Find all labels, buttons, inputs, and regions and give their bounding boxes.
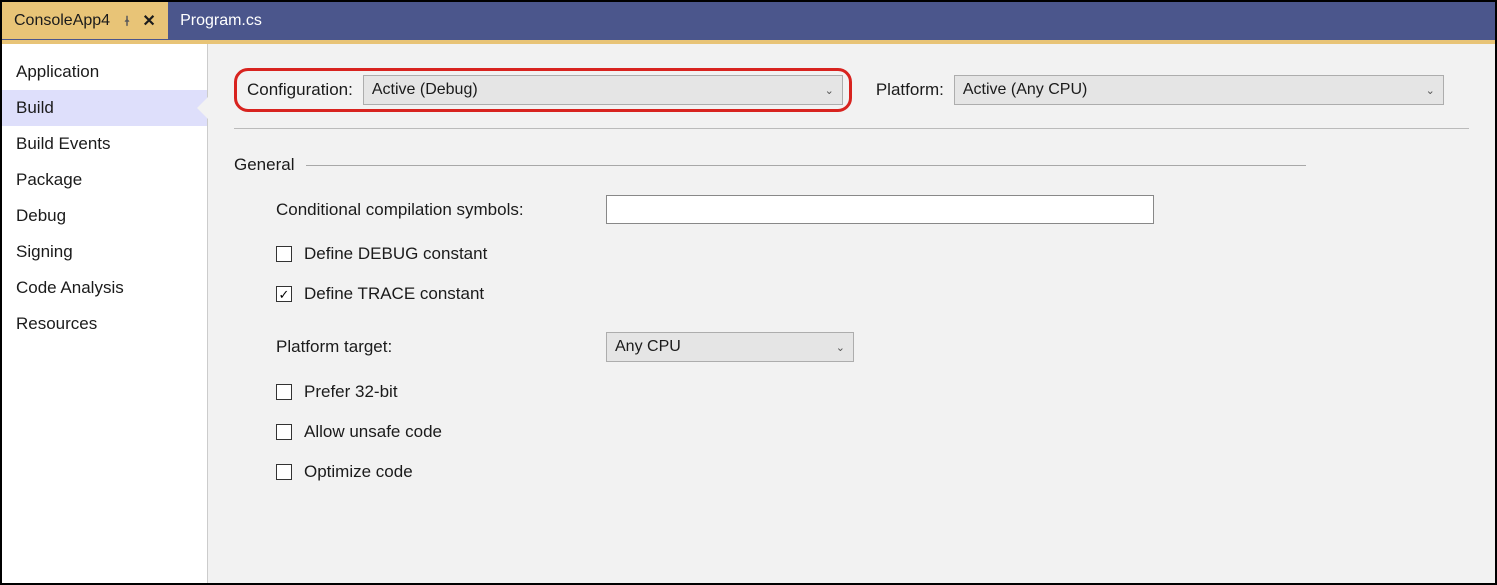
checkbox-icon[interactable]: [276, 424, 292, 440]
sidebar-item-code-analysis[interactable]: Code Analysis: [2, 270, 207, 306]
sidebar-item-debug[interactable]: Debug: [2, 198, 207, 234]
project-properties-window: ConsoleApp4 ✕ Program.cs Application Bui…: [0, 0, 1497, 585]
checkbox-label: Prefer 32-bit: [304, 382, 398, 402]
sidebar-item-label: Resources: [16, 314, 97, 333]
sidebar-item-label: Build Events: [16, 134, 111, 153]
chevron-down-icon: ⌄: [836, 341, 845, 354]
row-prefer-32bit[interactable]: Prefer 32-bit: [276, 382, 1469, 402]
tab-program-cs[interactable]: Program.cs: [168, 2, 274, 39]
checkbox-label: Optimize code: [304, 462, 413, 482]
checkbox-label: Define TRACE constant: [304, 284, 484, 304]
config-platform-row: Configuration: Active (Debug) ⌄ Platform…: [234, 68, 1469, 112]
checkbox-label: Allow unsafe code: [304, 422, 442, 442]
sidebar-item-label: Code Analysis: [16, 278, 124, 297]
checkbox-icon[interactable]: [276, 384, 292, 400]
sidebar-item-application[interactable]: Application: [2, 54, 207, 90]
sidebar-item-package[interactable]: Package: [2, 162, 207, 198]
dropdown-value: Any CPU: [615, 338, 681, 356]
checkbox-icon[interactable]: [276, 246, 292, 262]
sidebar-item-resources[interactable]: Resources: [2, 306, 207, 342]
sidebar-item-build-events[interactable]: Build Events: [2, 126, 207, 162]
checkbox-icon[interactable]: [276, 286, 292, 302]
platform-dropdown[interactable]: Active (Any CPU) ⌄: [954, 75, 1444, 105]
configuration-highlight: Configuration: Active (Debug) ⌄: [234, 68, 852, 112]
sidebar-item-build[interactable]: Build: [2, 90, 207, 126]
row-allow-unsafe[interactable]: Allow unsafe code: [276, 422, 1469, 442]
general-form-area: Conditional compilation symbols: Define …: [234, 195, 1469, 482]
document-tabstrip: ConsoleApp4 ✕ Program.cs: [2, 2, 1495, 40]
row-optimize-code[interactable]: Optimize code: [276, 462, 1469, 482]
sidebar-item-label: Debug: [16, 206, 66, 225]
conditional-symbols-label: Conditional compilation symbols:: [276, 200, 606, 220]
sidebar-item-signing[interactable]: Signing: [2, 234, 207, 270]
pin-icon[interactable]: [120, 15, 134, 27]
dropdown-value: Active (Any CPU): [963, 81, 1087, 99]
row-conditional-symbols: Conditional compilation symbols:: [276, 195, 1469, 224]
chevron-down-icon: ⌄: [1426, 84, 1435, 97]
checkbox-label: Define DEBUG constant: [304, 244, 487, 264]
row-define-debug[interactable]: Define DEBUG constant: [276, 244, 1469, 264]
property-page-sidebar: Application Build Build Events Package D…: [2, 44, 208, 583]
platform-target-label: Platform target:: [276, 337, 606, 357]
body: Application Build Build Events Package D…: [2, 44, 1495, 583]
tab-label: ConsoleApp4: [14, 12, 110, 30]
sidebar-item-label: Signing: [16, 242, 73, 261]
close-icon[interactable]: ✕: [142, 11, 156, 31]
section-header-general: General: [234, 155, 1469, 175]
tab-consoleapp4-properties[interactable]: ConsoleApp4 ✕: [2, 2, 168, 39]
divider: [234, 128, 1469, 129]
platform-label: Platform:: [876, 80, 944, 100]
conditional-symbols-input[interactable]: [606, 195, 1154, 224]
row-platform-target: Platform target: Any CPU ⌄: [276, 332, 1469, 362]
sidebar-item-label: Package: [16, 170, 82, 189]
chevron-down-icon: ⌄: [825, 84, 834, 97]
configuration-dropdown[interactable]: Active (Debug) ⌄: [363, 75, 843, 105]
dropdown-value: Active (Debug): [372, 81, 478, 99]
checkbox-icon[interactable]: [276, 464, 292, 480]
row-define-trace[interactable]: Define TRACE constant: [276, 284, 1469, 304]
section-line: [306, 165, 1306, 166]
build-settings-panel: Configuration: Active (Debug) ⌄ Platform…: [208, 44, 1495, 583]
sidebar-item-label: Application: [16, 62, 99, 81]
configuration-label: Configuration:: [247, 80, 353, 100]
section-title: General: [234, 155, 294, 175]
sidebar-item-label: Build: [16, 98, 54, 117]
platform-target-dropdown[interactable]: Any CPU ⌄: [606, 332, 854, 362]
tab-label: Program.cs: [180, 12, 262, 30]
